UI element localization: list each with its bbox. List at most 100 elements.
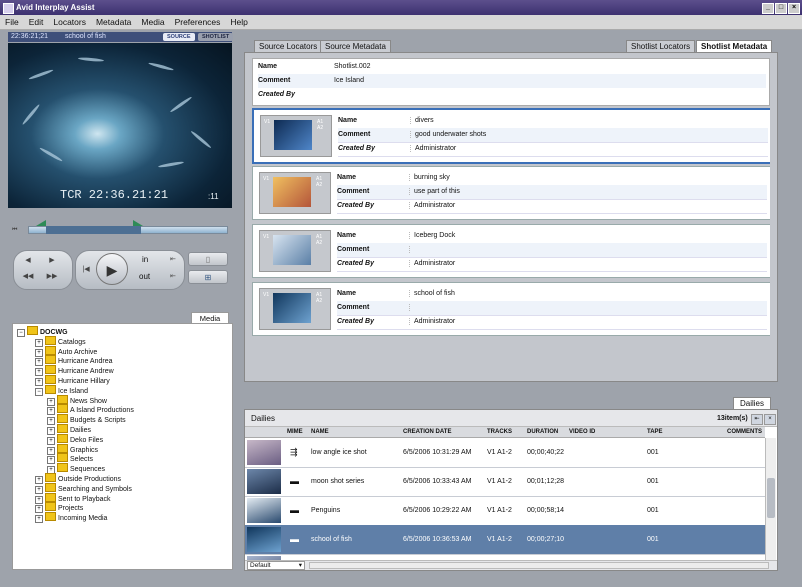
column-header-creation-date[interactable]: CREATION DATE xyxy=(403,427,451,438)
shot-comment[interactable] xyxy=(409,246,414,253)
horizontal-scrollbar[interactable] xyxy=(309,562,769,569)
shot-comment[interactable] xyxy=(409,304,414,311)
shot-name[interactable]: school of fish xyxy=(409,290,455,297)
collapse-icon[interactable]: − xyxy=(35,387,43,396)
add-to-shotlist-icon[interactable]: ⊞ xyxy=(188,270,228,284)
go-to-in-icon[interactable]: ⇤ xyxy=(170,255,176,263)
go-to-out-icon[interactable]: ⇤ xyxy=(170,272,176,280)
shot-comment-label: Comment xyxy=(337,304,370,311)
cell-name: low angle ice shot xyxy=(311,449,367,456)
column-header-duration[interactable]: DURATION xyxy=(527,427,558,438)
dailies-panel: Dailies 13item(s) ⇤ × MIME NAME CREATION D… xyxy=(244,409,778,571)
scroll-thumb[interactable] xyxy=(767,478,775,518)
shot-card[interactable]: V1 A1 A2 Name Iceberg Dock Comment Created By… xyxy=(252,224,770,278)
close-button[interactable]: × xyxy=(788,3,800,14)
audio-track-label: A1 A2 xyxy=(317,119,324,131)
shot-created-by-label: Created By xyxy=(338,145,375,152)
shotlist-comment[interactable]: Ice Island xyxy=(330,77,364,84)
cell-tape: 001 xyxy=(647,507,659,514)
play-button[interactable]: ▶ xyxy=(96,253,128,285)
menu-file[interactable]: File xyxy=(0,15,24,30)
column-header-tracks[interactable]: TRACKS xyxy=(487,427,512,438)
shot-thumbnail[interactable] xyxy=(273,235,311,265)
cell-date: 6/5/2006 10:31:29 AM xyxy=(403,449,472,456)
fast-forward-icon[interactable]: ▶▶ xyxy=(44,271,60,283)
rewind-icon[interactable]: ◀◀ xyxy=(20,271,36,283)
shot-card[interactable]: V1 A1 A2 Name divers Comment good underwater … xyxy=(252,108,770,164)
table-row[interactable]: ▬ school of fish 6/5/2006 10:36:53 AM V1 A1… xyxy=(245,525,765,555)
mark-out-button[interactable]: out xyxy=(139,272,150,281)
close-panel-icon[interactable]: × xyxy=(764,414,776,425)
monitor-clip-name: school of fish xyxy=(65,33,106,40)
cell-date: 6/5/2006 10:36:53 AM xyxy=(403,536,472,543)
column-header-mime[interactable]: MIME xyxy=(287,427,303,438)
cell-duration: 00;00;40;22 xyxy=(527,449,564,456)
go-to-start-icon[interactable]: ⏮ xyxy=(12,227,22,233)
previous-icon[interactable]: |◀ xyxy=(78,264,94,276)
dailies-tab[interactable]: Dailies xyxy=(733,397,771,409)
mark-in-button[interactable]: in xyxy=(142,255,148,264)
position-bar[interactable]: ⏮ xyxy=(8,218,232,238)
shot-comment[interactable]: use part of this xyxy=(409,188,460,195)
video-monitor[interactable] xyxy=(8,43,232,208)
menu-locators[interactable]: Locators xyxy=(48,15,91,30)
shot-card[interactable]: V1 A1 A2 Name burning sky Comment use part of… xyxy=(252,166,770,220)
shot-created-by[interactable]: Administrator xyxy=(409,318,456,325)
dailies-column-headers: MIME NAME CREATION DATE TRACKS DURATION VIDEO… xyxy=(245,427,765,438)
frame-overlay: :11 xyxy=(208,192,219,201)
shot-created-by[interactable]: Administrator xyxy=(410,145,457,152)
shotlist-created-by[interactable] xyxy=(330,91,334,98)
column-header-video-id[interactable]: VIDEO ID xyxy=(569,427,595,438)
menu-metadata[interactable]: Metadata xyxy=(91,15,136,30)
view-select[interactable]: Default ▾ xyxy=(247,561,305,570)
shot-field-row: Name Iceberg Dock xyxy=(337,229,767,244)
folder-icon xyxy=(45,375,56,384)
shot-name[interactable]: divers xyxy=(410,117,434,124)
shot-created-by[interactable]: Administrator xyxy=(409,260,456,267)
expand-icon[interactable]: + xyxy=(35,515,43,524)
table-row[interactable]: ⇶ low angle ice shot 6/5/2006 10:31:29 AM V… xyxy=(245,438,765,468)
shot-field-row: Comment good underwater shots xyxy=(338,128,768,143)
column-header-comments[interactable]: COMMENTS xyxy=(727,427,762,438)
shot-comment[interactable]: good underwater shots xyxy=(410,131,487,138)
mark-out-handle[interactable] xyxy=(133,220,143,226)
shot-name-label: Name xyxy=(337,232,357,239)
dailies-title: Dailies xyxy=(251,414,276,423)
source-button[interactable]: SOURCE xyxy=(163,33,195,41)
shot-thumbnail[interactable] xyxy=(273,177,311,207)
vertical-scrollbar[interactable] xyxy=(765,438,776,561)
mime-icon: ▬ xyxy=(290,476,299,486)
shot-thumbnail[interactable] xyxy=(274,120,312,150)
mark-in-handle[interactable] xyxy=(36,220,46,226)
menu-help[interactable]: Help xyxy=(225,15,252,30)
column-header-tape[interactable]: TAPE xyxy=(647,427,663,438)
folder-icon xyxy=(45,502,56,512)
media-tree[interactable]: − DOCWG + Catalogs + Auto Archive + Hurricane A… xyxy=(12,323,233,570)
audio-track-label: A1 A2 xyxy=(316,234,323,246)
folder-icon xyxy=(45,512,56,522)
table-row[interactable]: ▬ Penguins 6/5/2006 10:29:22 AM V1 A1-2 00;0… xyxy=(245,496,765,526)
media-tab[interactable]: Media xyxy=(191,312,229,323)
shotlist-name[interactable]: Shotlist.002 xyxy=(330,63,371,70)
column-header-name[interactable]: NAME xyxy=(311,427,329,438)
dock-icon[interactable]: ⇤ xyxy=(751,414,763,425)
shot-field-row: Created By Administrator xyxy=(337,315,767,330)
minimize-button[interactable]: _ xyxy=(762,3,774,14)
menu-media[interactable]: Media xyxy=(136,15,169,30)
tree-folder[interactable]: + Incoming Media xyxy=(35,512,107,524)
record-button[interactable]: ▯ xyxy=(188,252,228,266)
shot-card[interactable]: V1 A1 A2 Name school of fish Comment Created … xyxy=(252,282,770,336)
maximize-button[interactable]: □ xyxy=(775,3,787,14)
menu-edit[interactable]: Edit xyxy=(24,15,49,30)
menu-preferences[interactable]: Preferences xyxy=(170,15,226,30)
shot-name[interactable]: burning sky xyxy=(409,174,450,181)
shot-thumbnail[interactable] xyxy=(273,293,311,323)
step-back-icon[interactable]: ◀ xyxy=(20,255,36,267)
step-forward-icon[interactable]: ▶ xyxy=(44,255,60,267)
monitor-timecode: 22:36:21;21 xyxy=(11,33,48,40)
shotlist-button[interactable]: SHOTLIST xyxy=(198,33,234,41)
item-count: 13item(s) xyxy=(717,415,748,422)
shot-name[interactable]: Iceberg Dock xyxy=(409,232,456,239)
table-row[interactable]: ▬ moon shot series 6/5/2006 10:33:43 AM V1 … xyxy=(245,467,765,497)
shot-created-by[interactable]: Administrator xyxy=(409,202,456,209)
